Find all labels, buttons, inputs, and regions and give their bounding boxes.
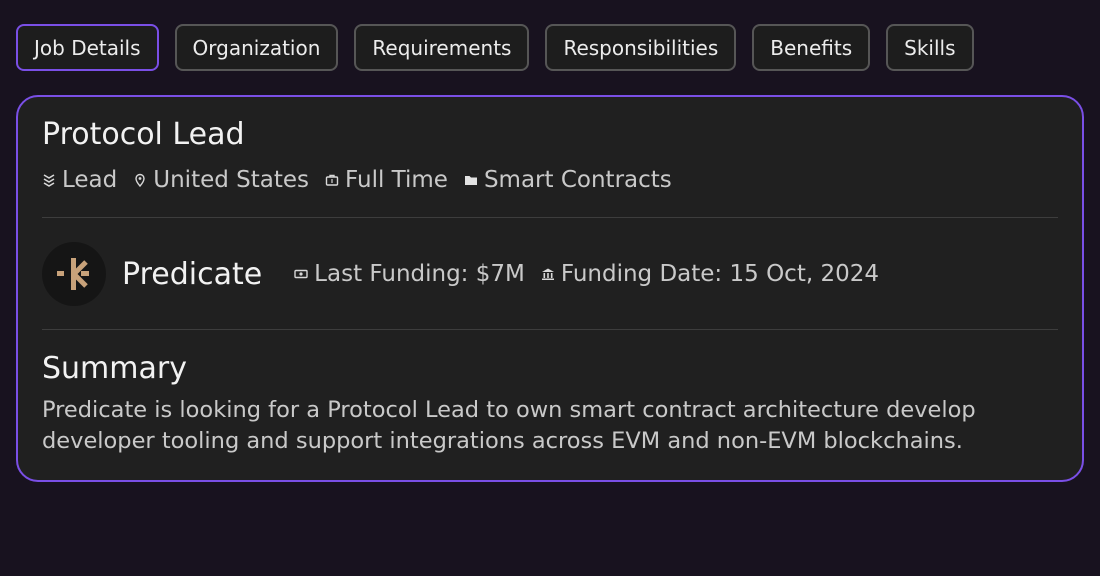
tab-responsibilities[interactable]: Responsibilities: [545, 24, 737, 71]
location-pin-icon: [135, 173, 145, 187]
company-row: Predicate Last Funding: $7M Funding Date…: [42, 242, 879, 306]
money-icon: [294, 269, 308, 279]
predicate-logo-icon: [57, 258, 89, 290]
job-location: United States: [133, 167, 309, 193]
bank-icon: [541, 268, 554, 280]
last-funding-label: Last Funding: $7M: [314, 261, 525, 287]
divider: [42, 329, 1058, 330]
tab-bar: Job Details Organization Requirements Re…: [16, 24, 974, 71]
summary-text: Predicate is looking for a Protocol Lead…: [42, 397, 976, 454]
funding-date-label: Funding Date: 15 Oct, 2024: [560, 261, 879, 287]
tab-organization[interactable]: Organization: [174, 24, 339, 71]
job-meta: Lead United States Full Time Smart Contr…: [42, 167, 672, 193]
divider: [42, 217, 1058, 218]
job-location-label: United States: [153, 167, 310, 193]
funding-date: Funding Date: 15 Oct, 2024: [541, 261, 879, 287]
job-category: Smart Contracts: [464, 167, 672, 193]
tab-requirements[interactable]: Requirements: [354, 24, 530, 71]
job-category-label: Smart Contracts: [483, 167, 672, 193]
job-title: Protocol Lead: [42, 117, 245, 152]
company-logo: [42, 242, 106, 306]
job-type-label: Full Time: [345, 167, 448, 193]
job-level: Lead: [42, 167, 117, 193]
briefcase-icon: [325, 174, 339, 186]
job-details-card: Protocol Lead Lead United States Full Ti…: [16, 95, 1084, 482]
job-type: Full Time: [325, 167, 448, 193]
funding-info: Last Funding: $7M Funding Date: 15 Oct, …: [294, 261, 879, 287]
level-icon: [43, 174, 55, 187]
tab-job-details[interactable]: Job Details: [16, 24, 159, 71]
tab-skills[interactable]: Skills: [886, 24, 974, 71]
summary-heading: Summary: [42, 351, 187, 386]
job-level-label: Lead: [62, 167, 118, 193]
tab-benefits[interactable]: Benefits: [752, 24, 871, 71]
company-name: Predicate: [122, 256, 263, 292]
last-funding: Last Funding: $7M: [294, 261, 525, 287]
folder-icon: [464, 176, 477, 185]
